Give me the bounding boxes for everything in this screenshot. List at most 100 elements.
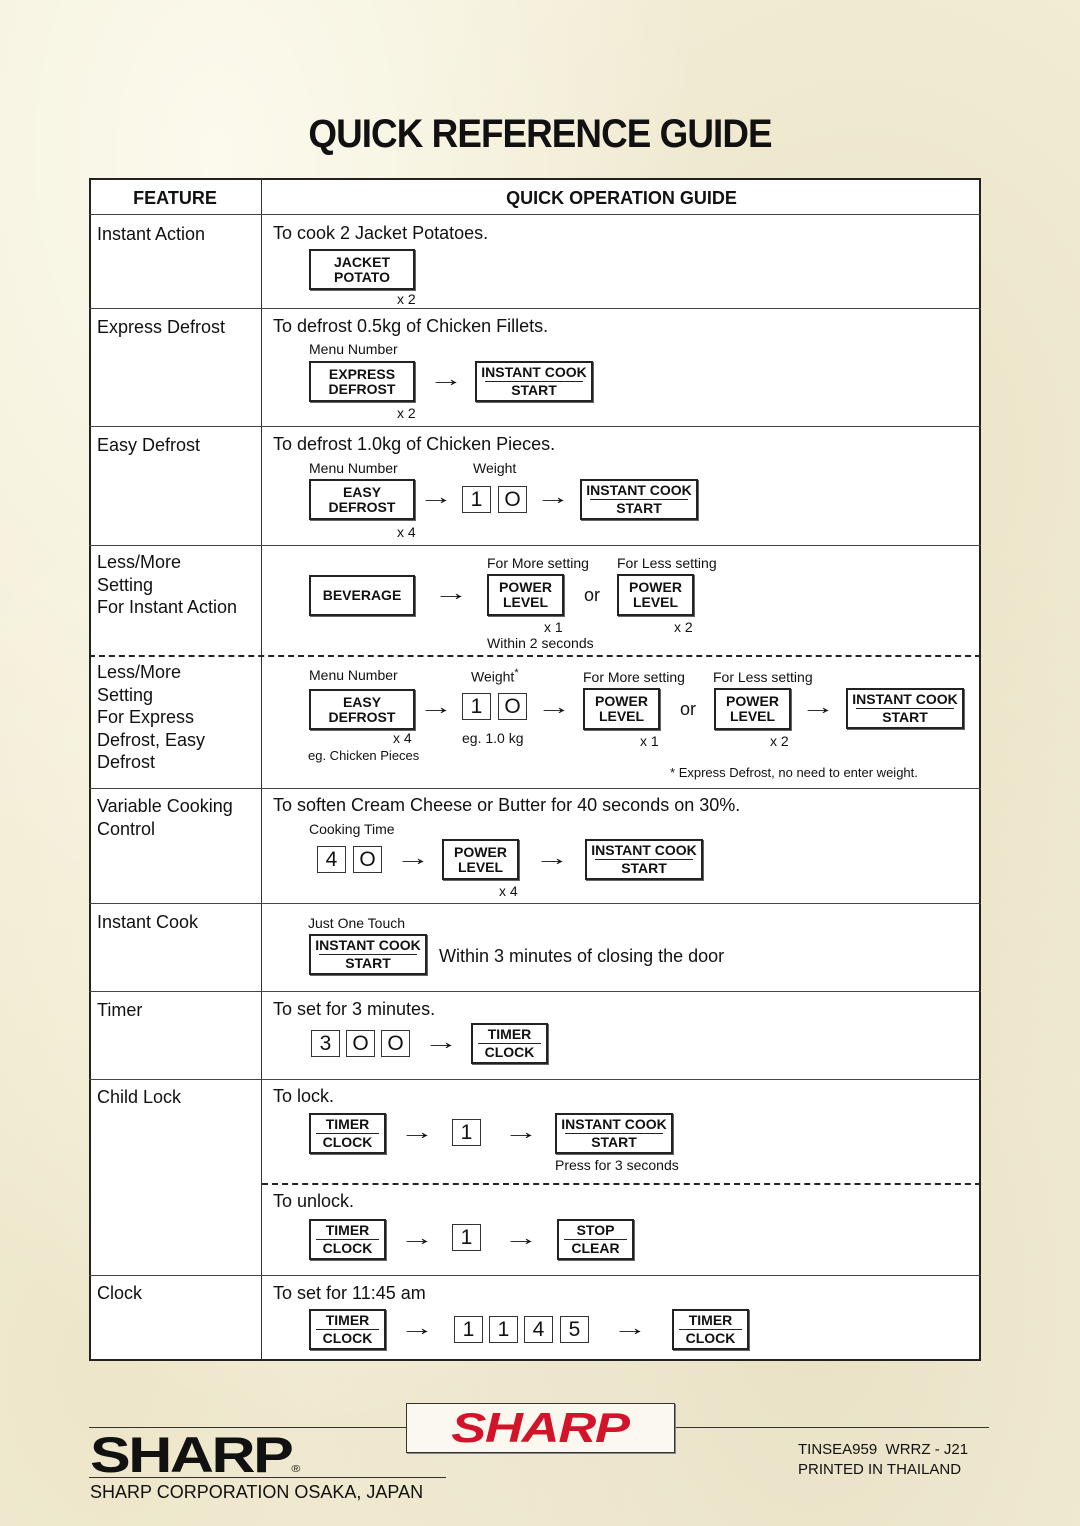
key-label: TIMER — [325, 1312, 370, 1328]
timer-clock-key: TIMER CLOCK — [471, 1023, 548, 1064]
feature-line: Setting — [97, 684, 154, 705]
multiplier: x 4 — [397, 524, 416, 540]
key-label: INSTANT COOK — [481, 364, 587, 380]
key-label: LEVEL — [457, 858, 504, 875]
multiplier: x 4 — [499, 883, 518, 899]
label-menu-number: Menu Number — [309, 341, 398, 357]
logo-text: SHARP — [90, 1427, 294, 1483]
feature-express-defrost: Express Defrost — [97, 317, 226, 337]
instant-cook-start-key: INSTANT COOK START — [846, 688, 964, 729]
row-divider — [89, 991, 981, 992]
digit-key: O — [498, 486, 527, 513]
note-within-3-minutes: Within 3 minutes of closing the door — [439, 946, 725, 966]
digit-key: O — [381, 1030, 410, 1057]
desc-lock: To lock. — [273, 1086, 335, 1106]
arrow-right-icon: → — [536, 694, 572, 719]
dashed-divider — [89, 655, 981, 657]
key-label: POWER — [629, 579, 682, 595]
feature-instant-cook: Instant Cook — [97, 912, 199, 932]
registered-mark: ® — [291, 1464, 300, 1475]
label-weight: Weight — [473, 460, 517, 476]
feature-line: Setting — [97, 574, 154, 595]
desc-timer: To set for 3 minutes. — [273, 999, 436, 1019]
label-weight: Weight* — [471, 667, 519, 685]
desc-express-defrost: To defrost 0.5kg of Chicken Fillets. — [273, 316, 549, 336]
header-feature: FEATURE — [133, 188, 217, 208]
sharp-logo-black: SHARP® — [90, 1426, 301, 1484]
label-menu-number: Menu Number — [309, 667, 398, 683]
footer-rule — [673, 1427, 989, 1428]
key-label: TIMER — [325, 1222, 370, 1238]
note-within-2-seconds: Within 2 seconds — [487, 635, 594, 651]
arrow-right-icon: → — [423, 1029, 459, 1054]
key-label: CLOCK — [322, 1240, 373, 1256]
key-label: LEVEL — [632, 594, 679, 610]
key-label: CLOCK — [322, 1330, 373, 1346]
key-label: BEVERAGE — [322, 587, 402, 603]
desc-variable-cooking: To soften Cream Cheese or Butter for 40 … — [273, 795, 741, 815]
desc-easy-defrost: To defrost 1.0kg of Chicken Pieces. — [273, 434, 556, 454]
dashed-divider — [262, 1183, 981, 1185]
beverage-key: BEVERAGE — [309, 575, 415, 616]
key-label: JACKET — [333, 253, 390, 270]
key-label: START — [591, 1134, 637, 1150]
note-press-3-seconds: Press for 3 seconds — [555, 1157, 679, 1173]
key-label: START — [345, 955, 391, 971]
key-label: START — [621, 860, 667, 876]
jacket-potato-key: JACKET POTATO — [309, 249, 415, 290]
power-level-key: POWER LEVEL — [714, 688, 791, 730]
feature-line: For Instant Action — [97, 597, 238, 617]
timer-clock-key: TIMER CLOCK — [309, 1309, 386, 1350]
key-label: CLEAR — [571, 1240, 620, 1256]
multiplier: x 1 — [640, 733, 659, 749]
feature-child-lock: Child Lock — [97, 1087, 182, 1107]
digit-key: O — [353, 846, 382, 873]
feature-line: Defrost — [97, 752, 156, 772]
key-label: INSTANT COOK — [591, 842, 697, 858]
arrow-right-icon: → — [399, 1315, 435, 1340]
page-title: QUICK REFERENCE GUIDE — [308, 112, 772, 156]
header-quick-operation-guide: QUICK OPERATION GUIDE — [506, 188, 737, 208]
key-label: EASY — [342, 483, 382, 500]
arrow-right-icon: → — [395, 845, 431, 870]
key-label: INSTANT COOK — [852, 691, 958, 707]
digit-key: 1 — [462, 486, 491, 513]
arrow-right-icon: → — [800, 694, 836, 719]
feature-easy-defrost: Easy Defrost — [97, 435, 201, 455]
or-label: or — [584, 585, 601, 605]
arrow-right-icon: → — [535, 484, 571, 509]
key-label: INSTANT COOK — [586, 482, 692, 498]
digit-key: 1 — [452, 1224, 481, 1251]
row-divider — [89, 1275, 981, 1276]
instant-cook-start-key: INSTANT COOK START — [309, 934, 427, 975]
key-label: CLOCK — [484, 1044, 535, 1060]
feature-timer: Timer — [97, 1000, 143, 1020]
timer-clock-key: TIMER CLOCK — [309, 1113, 386, 1154]
feature-line: Less/More — [97, 552, 182, 572]
arrow-right-icon: → — [503, 1119, 539, 1144]
company-address: SHARP CORPORATION OSAKA, JAPAN — [90, 1482, 424, 1502]
multiplier: x 1 — [544, 619, 563, 635]
label-text: Weight — [471, 668, 515, 685]
digit-key: 1 — [454, 1316, 483, 1343]
row-divider — [89, 545, 981, 546]
power-level-key: POWER LEVEL — [487, 574, 564, 616]
label-menu-number: Menu Number — [309, 460, 398, 476]
asterisk: * — [514, 667, 519, 679]
label-more-setting: For More setting — [487, 555, 589, 571]
key-label: CLOCK — [685, 1330, 736, 1346]
key-label: LEVEL — [729, 708, 776, 724]
printed-in: PRINTED IN THAILAND — [798, 1461, 962, 1478]
digit-key: 5 — [560, 1316, 589, 1343]
footer-rule — [89, 1477, 446, 1478]
example-menu: eg. Chicken Pieces — [308, 748, 420, 763]
arrow-right-icon: → — [418, 484, 454, 509]
key-label: POWER — [726, 693, 779, 709]
key-label: START — [511, 382, 557, 398]
footnote: * Express Defrost, no need to enter weig… — [670, 765, 918, 780]
label-less-setting: For Less setting — [713, 669, 813, 685]
stop-clear-key: STOP CLEAR — [557, 1219, 634, 1260]
key-label: DEFROST — [328, 708, 396, 725]
key-label: TIMER — [325, 1116, 370, 1132]
instant-cook-start-key: INSTANT COOK START — [585, 839, 703, 880]
